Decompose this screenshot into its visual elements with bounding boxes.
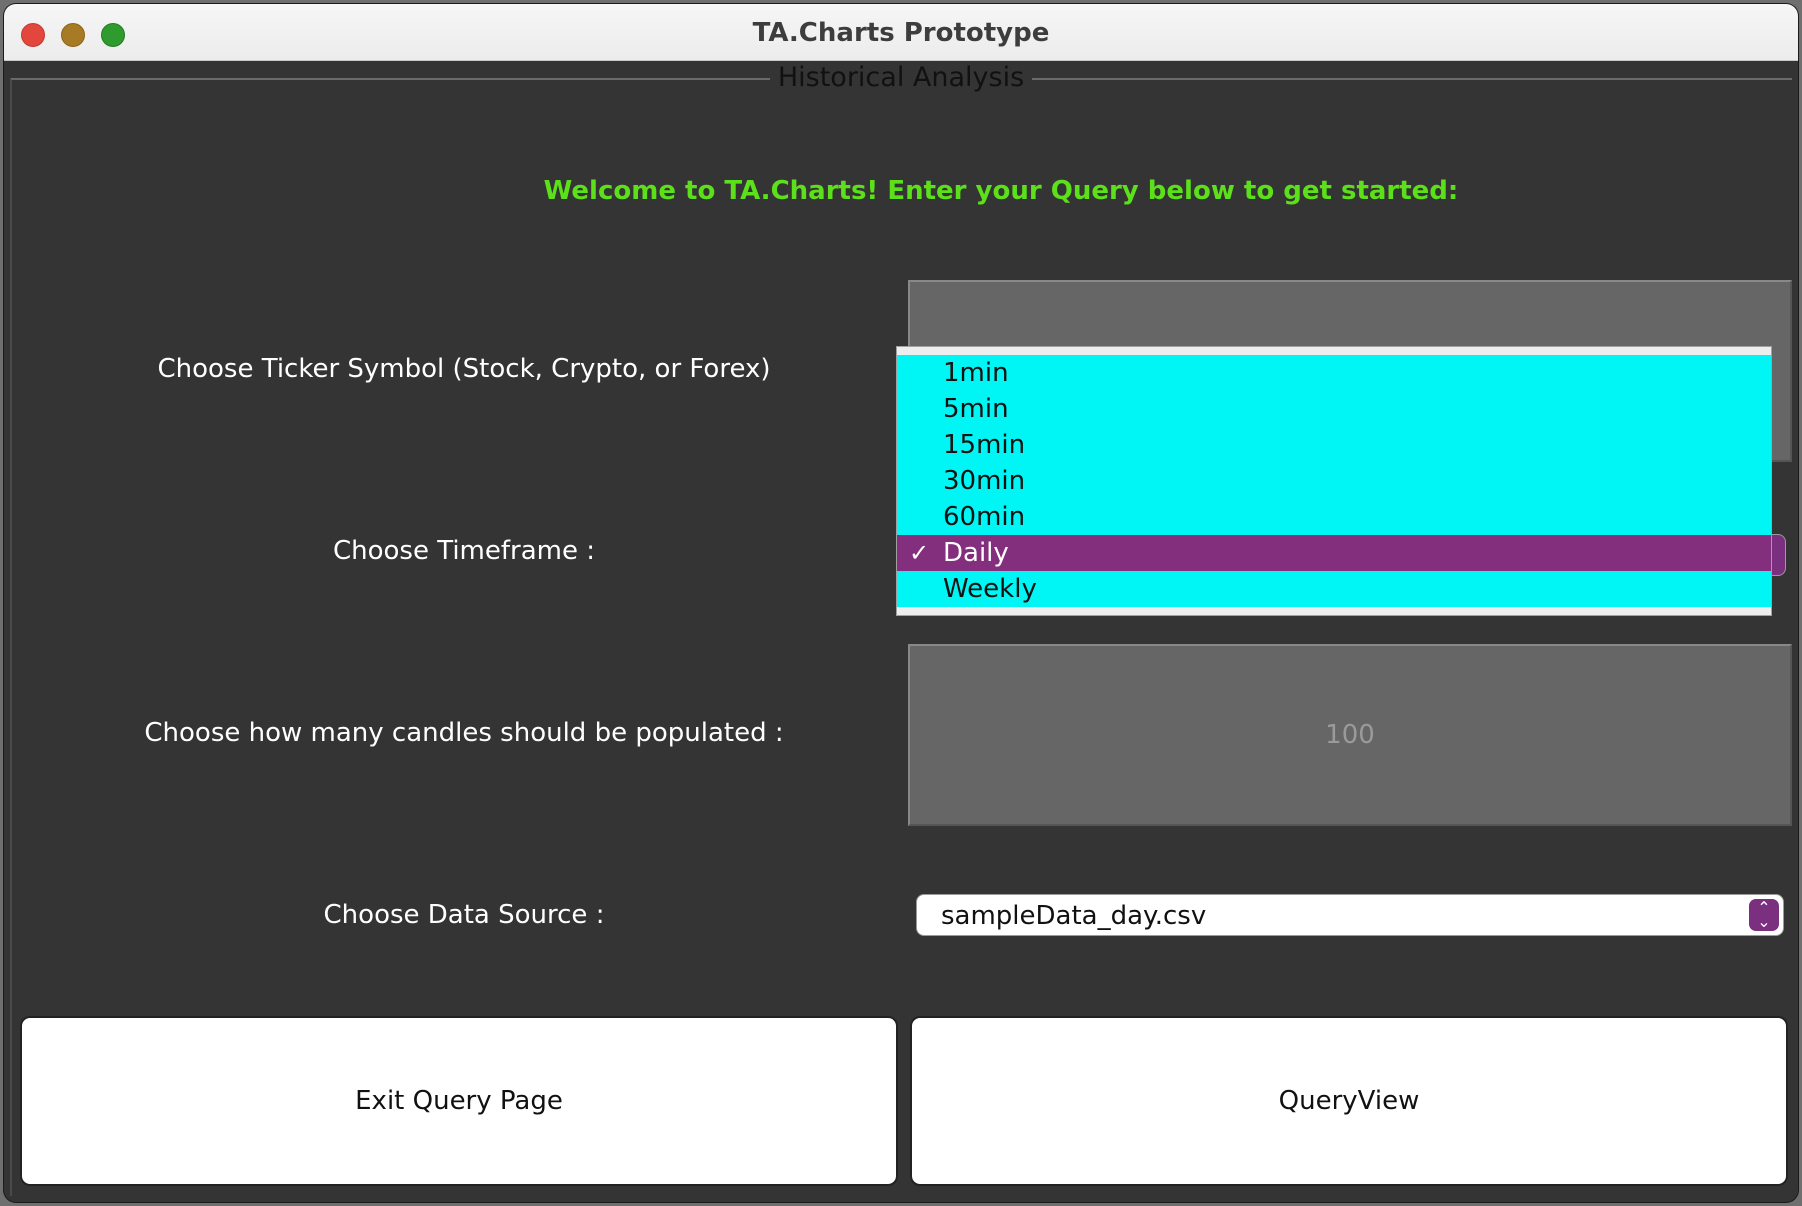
candles-label: Choose how many candles should be popula… <box>144 718 784 748</box>
timeframe-label: Choose Timeframe : <box>332 536 595 566</box>
timeframe-option[interactable]: 30min <box>897 463 1771 499</box>
data-source-select[interactable]: sampleData_day.csv ⌃ ⌄ <box>916 894 1784 936</box>
checkmark-icon: ✓ <box>909 539 930 567</box>
timeframe-option-label: 30min <box>943 466 1026 496</box>
ticker-label: Choose Ticker Symbol (Stock, Crypto, or … <box>157 354 771 384</box>
data-source-value: sampleData_day.csv <box>941 901 1207 931</box>
timeframe-option-label: Weekly <box>943 574 1037 604</box>
timeframe-option-label: 5min <box>943 394 1009 424</box>
query-view-button[interactable]: QueryView <box>910 1016 1788 1186</box>
timeframe-option[interactable]: 15min <box>897 427 1771 463</box>
exit-query-page-button[interactable]: Exit Query Page <box>20 1016 898 1186</box>
group-title-wrapper: Historical Analysis <box>4 62 1798 93</box>
select-arrows-icon: ⌃ ⌄ <box>1749 899 1779 931</box>
timeframe-option[interactable]: Weekly <box>897 571 1771 607</box>
timeframe-option[interactable]: 60min <box>897 499 1771 535</box>
group-title: Historical Analysis <box>769 62 1033 93</box>
timeframe-option-selected[interactable]: ✓ Daily <box>897 535 1771 571</box>
title-bar: TA.Charts Prototype <box>4 4 1798 61</box>
timeframe-dropdown-menu: 1min 5min 15min 30min 60min ✓ Daily Week… <box>896 346 1772 616</box>
timeframe-option[interactable]: 1min <box>897 355 1771 391</box>
welcome-message: Welcome to TA.Charts! Enter your Query b… <box>543 176 1459 206</box>
candles-input-value: 100 <box>1325 720 1375 750</box>
app-window: TA.Charts Prototype Historical Analysis … <box>4 4 1798 1202</box>
data-source-label: Choose Data Source : <box>323 900 605 930</box>
timeframe-option-label: 15min <box>943 430 1026 460</box>
timeframe-option[interactable]: 5min <box>897 391 1771 427</box>
timeframe-option-label: 1min <box>943 358 1009 388</box>
candles-input[interactable]: 100 <box>908 644 1792 826</box>
timeframe-option-label: 60min <box>943 502 1026 532</box>
window-title: TA.Charts Prototype <box>752 18 1050 48</box>
timeframe-option-label: Daily <box>943 538 1009 568</box>
